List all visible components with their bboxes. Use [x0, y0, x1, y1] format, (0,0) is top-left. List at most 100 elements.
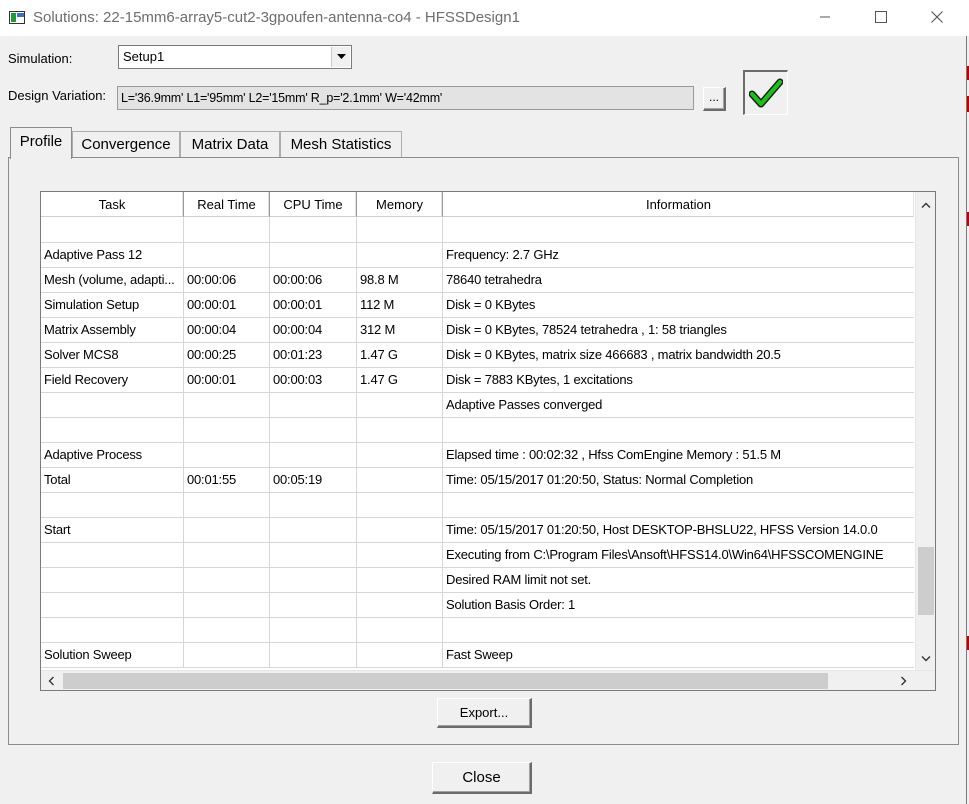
cell-real-time [184, 568, 270, 593]
table-row[interactable]: Executing from C:\Program Files\Ansoft\H… [41, 543, 914, 568]
simulation-dropdown-button[interactable] [331, 47, 350, 67]
cell-real-time [184, 643, 270, 668]
cell-real-time: 00:00:25 [184, 343, 270, 368]
chevron-left-icon [48, 676, 54, 686]
cell-cpu-time [270, 418, 357, 443]
scroll-down-button[interactable] [916, 650, 935, 668]
cell-task: Matrix Assembly [41, 318, 184, 343]
tab-convergence[interactable]: Convergence [72, 131, 180, 157]
tab-matrix-data[interactable]: Matrix Data [180, 131, 280, 157]
vertical-scroll-thumb[interactable] [918, 547, 934, 615]
cell-memory: 312 M [357, 318, 443, 343]
cell-information: Solution Basis Order: 1 [443, 593, 914, 618]
table-row[interactable]: Total 00:01:55 00:05:19 Time: 05/15/2017 01… [41, 468, 914, 493]
cell-real-time [184, 418, 270, 443]
solutions-window: Solutions: 22-15mm6-array5-cut2-3gpoufen… [0, 0, 969, 804]
table-row[interactable] [41, 418, 914, 443]
cell-memory: 1.47 G [357, 368, 443, 393]
chevron-down-icon [921, 656, 931, 662]
table-row[interactable] [41, 218, 914, 243]
cell-real-time [184, 518, 270, 543]
cell-cpu-time [270, 218, 357, 243]
table-row[interactable]: Start Time: 05/15/2017 01:20:50, Host DES… [41, 518, 914, 543]
column-header-real-time[interactable]: Real Time [184, 192, 270, 217]
column-header-information[interactable]: Information [443, 192, 914, 217]
cell-task [41, 618, 184, 643]
table-row[interactable]: Matrix Assembly 00:00:04 00:00:04 312 M Disk… [41, 318, 914, 343]
title-bar[interactable]: Solutions: 22-15mm6-array5-cut2-3gpoufen… [0, 0, 969, 36]
design-variation-field: L='36.9mm' L1='95mm' L2='15mm' R_p='2.1m… [117, 86, 694, 110]
cell-real-time: 00:00:04 [184, 318, 270, 343]
cell-real-time [184, 443, 270, 468]
maximize-icon [875, 11, 887, 23]
cell-information: Desired RAM limit not set. [443, 568, 914, 593]
profile-table[interactable]: Task Real Time CPU Time Memory Informati… [40, 191, 936, 691]
table-row[interactable]: Adaptive Pass 12 Frequency: 2.7 GHz [41, 243, 914, 268]
column-header-cpu-time[interactable]: CPU Time [270, 192, 357, 217]
tab-mesh-statistics[interactable]: Mesh Statistics [280, 131, 402, 157]
design-variation-label: Design Variation: [8, 88, 107, 103]
cell-task: Solution Sweep [41, 643, 184, 668]
export-button[interactable]: Export... [437, 698, 532, 728]
cell-task: Adaptive Process [41, 443, 184, 468]
table-row[interactable]: Solution Basis Order: 1 [41, 593, 914, 618]
table-row[interactable]: Mesh (volume, adapti... 00:00:06 00:00:06 9… [41, 268, 914, 293]
cell-real-time [184, 243, 270, 268]
cell-cpu-time: 00:00:06 [270, 268, 357, 293]
scroll-up-button[interactable] [916, 196, 935, 214]
cell-task: Simulation Setup [41, 293, 184, 318]
cell-information: Adaptive Passes converged [443, 393, 914, 418]
cell-task [41, 493, 184, 518]
close-button[interactable]: Close [432, 762, 532, 794]
cell-real-time: 00:00:01 [184, 293, 270, 318]
tab-profile[interactable]: Profile [10, 127, 72, 159]
cell-cpu-time [270, 493, 357, 518]
scroll-right-button[interactable] [894, 671, 914, 690]
table-row[interactable]: Adaptive Process Elapsed time : 00:02:32 … [41, 443, 914, 468]
cell-cpu-time: 00:00:04 [270, 318, 357, 343]
cell-cpu-time: 00:00:01 [270, 293, 357, 318]
cell-cpu-time: 00:00:03 [270, 368, 357, 393]
cell-cpu-time [270, 518, 357, 543]
cell-memory [357, 468, 443, 493]
minimize-button[interactable] [802, 0, 848, 34]
table-row[interactable]: Desired RAM limit not set. [41, 568, 914, 593]
cell-memory: 1.47 G [357, 343, 443, 368]
cell-memory [357, 393, 443, 418]
cell-information: Time: 05/15/2017 01:20:50, Status: Norma… [443, 468, 914, 493]
cell-cpu-time [270, 443, 357, 468]
horizontal-scrollbar[interactable] [41, 670, 935, 690]
table-row[interactable]: Field Recovery 00:00:01 00:00:03 1.47 G Disk… [41, 368, 914, 393]
cell-information: Fast Sweep [443, 643, 914, 668]
table-row[interactable]: Solution Sweep Fast Sweep [41, 643, 914, 668]
cell-cpu-time [270, 543, 357, 568]
cell-information: Executing from C:\Program Files\Ansoft\H… [443, 543, 914, 568]
maximize-button[interactable] [858, 0, 904, 34]
column-header-task[interactable]: Task [41, 192, 184, 217]
cell-memory [357, 218, 443, 243]
cell-memory [357, 618, 443, 643]
cell-memory: 98.8 M [357, 268, 443, 293]
close-icon [931, 11, 943, 23]
table-row[interactable]: Simulation Setup 00:00:01 00:00:01 112 M Dis… [41, 293, 914, 318]
horizontal-scroll-thumb[interactable] [63, 673, 828, 689]
vertical-scrollbar[interactable] [915, 192, 935, 670]
design-variation-browse-button[interactable]: ... [703, 87, 726, 111]
simulation-value: Setup1 [123, 49, 165, 64]
simulation-select[interactable]: Setup1 [118, 45, 352, 69]
cell-cpu-time [270, 618, 357, 643]
cell-information: Frequency: 2.7 GHz [443, 243, 914, 268]
table-row[interactable]: Solver MCS8 00:00:25 00:01:23 1.47 G Disk = … [41, 343, 914, 368]
table-row[interactable] [41, 493, 914, 518]
cell-memory [357, 418, 443, 443]
cell-task [41, 593, 184, 618]
scroll-left-button[interactable] [41, 671, 61, 690]
cell-real-time [184, 218, 270, 243]
table-row[interactable]: Adaptive Passes converged [41, 393, 914, 418]
cell-task: Solver MCS8 [41, 343, 184, 368]
table-row[interactable] [41, 618, 914, 643]
column-header-memory[interactable]: Memory [357, 192, 443, 217]
cell-cpu-time [270, 643, 357, 668]
cell-memory [357, 543, 443, 568]
close-window-button[interactable] [914, 0, 960, 34]
